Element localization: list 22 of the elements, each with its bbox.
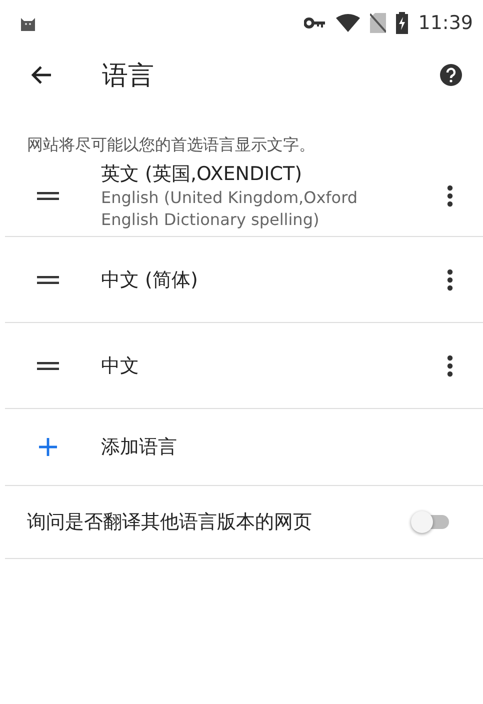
drag-handle-icon[interactable] [37, 276, 59, 284]
clock: 11:39 [418, 12, 473, 34]
language-name: 中文 [101, 354, 140, 378]
add-language-item[interactable]: 添加语言 [5, 409, 483, 486]
page-title: 语言 [102, 60, 155, 92]
battery-icon [396, 12, 408, 34]
more-icon[interactable] [447, 354, 453, 376]
description: 网站将尽可能以您的首选语言显示文字。 [26, 134, 316, 155]
language-description: English (United Kingdom,Oxford English Dictionary spelling) [101, 186, 359, 230]
more-icon[interactable] [447, 268, 453, 290]
drag-handle-icon[interactable] [37, 362, 59, 370]
language-name: 英文 (英国,OXENDICT) [101, 162, 303, 186]
wifi-icon [336, 14, 360, 32]
key-icon [304, 16, 326, 28]
plus-icon [39, 438, 57, 456]
translate-label: 询问是否翻译其他语言版本的网页 [27, 510, 313, 535]
drag-handle-icon[interactable] [37, 192, 59, 200]
help-button[interactable] [440, 64, 462, 86]
no-sim-icon [370, 12, 386, 32]
translate-switch[interactable] [411, 511, 451, 533]
more-icon[interactable] [447, 184, 453, 206]
language-name: 中文 (简体) [101, 268, 199, 292]
